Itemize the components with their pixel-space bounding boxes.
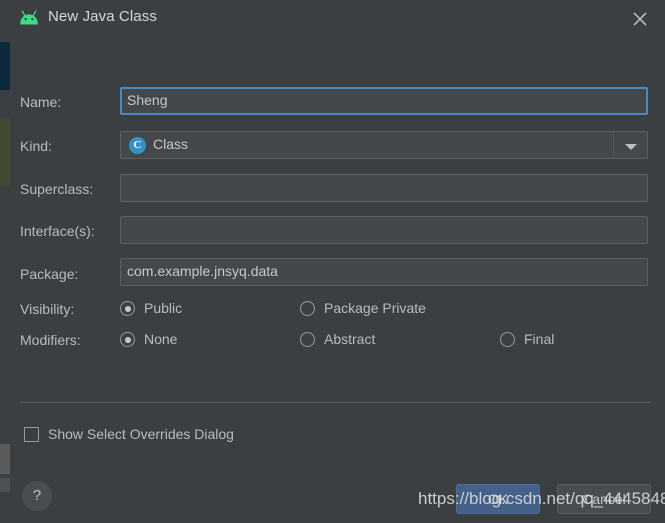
package-input-value: com.example.jnsyq.data <box>127 263 278 279</box>
radio-modifier-final-label: Final <box>524 331 555 347</box>
name-input[interactable]: Sheng <box>120 87 648 115</box>
radio-mark <box>500 332 515 347</box>
kind-selected-value: Class <box>153 136 189 152</box>
show-overrides-checkbox[interactable] <box>24 427 39 442</box>
editor-scrollbar-thumb[interactable] <box>0 444 10 474</box>
radio-modifier-none-label: None <box>144 331 178 347</box>
editor-scrollbar-thumb-lower[interactable] <box>0 478 10 492</box>
radio-visibility-public-label: Public <box>144 300 183 316</box>
chevron-down-icon <box>625 144 637 150</box>
cancel-button[interactable]: Cancel <box>557 484 651 514</box>
dialog-title: New Java Class <box>48 8 157 25</box>
visibility-label: Visibility: <box>20 301 75 317</box>
radio-modifier-abstract-label: Abstract <box>324 331 376 347</box>
class-icon: C <box>129 137 146 154</box>
radio-mark-selected <box>120 332 135 347</box>
name-label: Name: <box>20 94 62 110</box>
ok-button[interactable]: OK <box>456 484 540 514</box>
section-divider <box>20 402 650 403</box>
close-icon[interactable] <box>629 8 651 30</box>
radio-mark <box>300 332 315 347</box>
interfaces-label: Interface(s): <box>20 223 95 239</box>
radio-visibility-package-private-label: Package Private <box>324 300 426 316</box>
kind-dropdown-button[interactable] <box>613 132 647 158</box>
help-button[interactable]: ? <box>22 481 52 511</box>
name-input-value: Sheng <box>127 92 168 108</box>
kind-combobox[interactable]: C Class <box>120 131 648 159</box>
editor-highlight-olive <box>0 118 10 186</box>
dialog-titlebar: New Java Class <box>10 0 665 38</box>
android-icon <box>20 10 38 25</box>
editor-highlight-blue <box>0 42 10 90</box>
superclass-input[interactable] <box>120 174 648 202</box>
ide-background-strip <box>0 0 10 523</box>
package-label: Package: <box>20 266 79 282</box>
kind-label: Kind: <box>20 138 52 154</box>
show-overrides-label: Show Select Overrides Dialog <box>48 426 234 442</box>
superclass-label: Superclass: <box>20 181 94 197</box>
interfaces-input[interactable] <box>120 216 648 244</box>
package-input[interactable]: com.example.jnsyq.data <box>120 258 648 286</box>
radio-mark-selected <box>120 301 135 316</box>
new-java-class-dialog: New Java Class Name: Sheng Kind: C Class… <box>10 0 665 523</box>
modifiers-label: Modifiers: <box>20 332 81 348</box>
radio-mark <box>300 301 315 316</box>
